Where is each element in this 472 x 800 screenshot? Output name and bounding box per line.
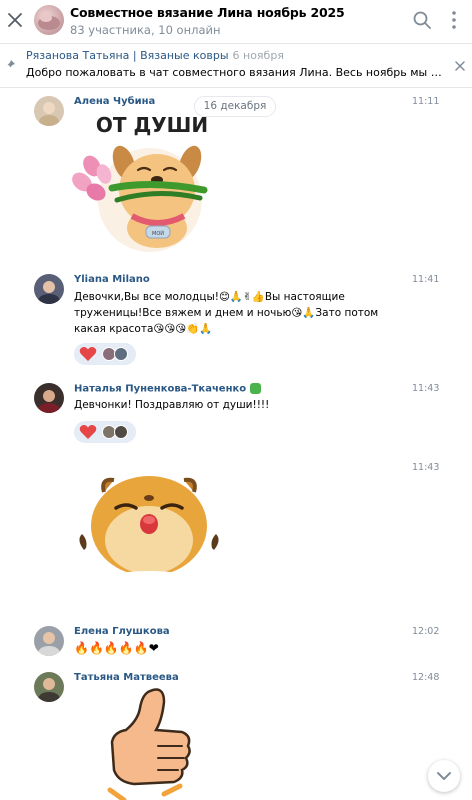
chevron-down-icon — [437, 772, 451, 780]
message-line: труженицы!Все вяжем и днем и ночью😘🙏Зато… — [74, 307, 379, 319]
reaction-pill[interactable] — [74, 343, 136, 365]
close-icon[interactable] — [6, 11, 24, 29]
date-separator: 16 декабря — [194, 96, 276, 117]
heart-icon — [79, 425, 97, 439]
avatar[interactable] — [34, 383, 64, 413]
message-time: 11:43 — [412, 383, 440, 394]
hamster-kiss-sticker[interactable] — [76, 470, 222, 590]
message-line: Девочки,Вы все молодцы!😊🙏✌👍Вы настоящие — [74, 291, 345, 303]
cat-emoji-badge-icon — [250, 383, 262, 394]
message-author[interactable]: Татьяна Матвеева — [74, 672, 179, 683]
chat-header: Совместное вязание Лина ноябрь 2025 83 у… — [0, 0, 472, 44]
message-text: Девочки,Вы все молодцы!😊🙏✌👍Вы настоящие … — [74, 289, 404, 337]
scroll-down-button[interactable] — [428, 760, 460, 792]
avatar[interactable] — [34, 672, 64, 702]
message-text: 🔥🔥🔥🔥🔥❤ — [74, 641, 159, 655]
reactor-avatar — [114, 347, 128, 361]
message-feed[interactable] — [0, 88, 472, 800]
avatar[interactable] — [34, 626, 64, 656]
message-author[interactable]: Елена Глушкова — [74, 626, 170, 637]
pinned-time: 6 ноября — [232, 49, 284, 62]
avatar[interactable] — [34, 274, 64, 304]
reaction-pill[interactable] — [74, 421, 136, 443]
message-author[interactable]: Алена Чубина — [74, 96, 155, 107]
thumbs-up-sticker[interactable] — [104, 686, 194, 800]
dog-flowers-sticker[interactable]: ОТ ДУШИ МОЙ — [72, 108, 222, 258]
message-text: Девчонки! Поздравляю от души!!!! — [74, 399, 270, 411]
pinned-author: Рязанова Татьяна | Вязаные ковры 6 ноября — [26, 49, 284, 62]
heart-icon — [79, 347, 97, 361]
unpin-close-icon[interactable] — [454, 60, 466, 72]
pinned-message[interactable]: Рязанова Татьяна | Вязаные ковры 6 ноября… — [0, 44, 472, 88]
message-time: 12:02 — [412, 626, 440, 637]
collar-tag-text: МОЙ — [152, 230, 164, 237]
message-author[interactable]: Наталья Пуненкова-Ткаченко — [74, 383, 262, 395]
pinned-text: Добро пожаловать в чат совместного вязан… — [26, 66, 444, 79]
avatar[interactable] — [34, 96, 64, 126]
search-icon[interactable] — [412, 10, 432, 30]
chat-title[interactable]: Совместное вязание Лина ноябрь 2025 — [70, 5, 345, 20]
message-time: 12:48 — [412, 672, 440, 683]
chat-members-status: 83 участника, 10 онлайн — [70, 23, 221, 37]
chat-avatar[interactable] — [34, 5, 64, 35]
reactor-avatar — [114, 425, 128, 439]
message-line: какая красота😘😘😘👏🙏 — [74, 323, 213, 335]
pin-icon — [5, 60, 15, 70]
message-time: 11:43 — [412, 462, 440, 473]
more-vertical-icon[interactable] — [446, 9, 462, 31]
sticker-caption: ОТ ДУШИ — [96, 113, 208, 137]
message-author[interactable]: Yliana Milano — [74, 274, 150, 285]
message-time: 11:41 — [412, 274, 440, 285]
message-time: 11:11 — [412, 96, 440, 107]
